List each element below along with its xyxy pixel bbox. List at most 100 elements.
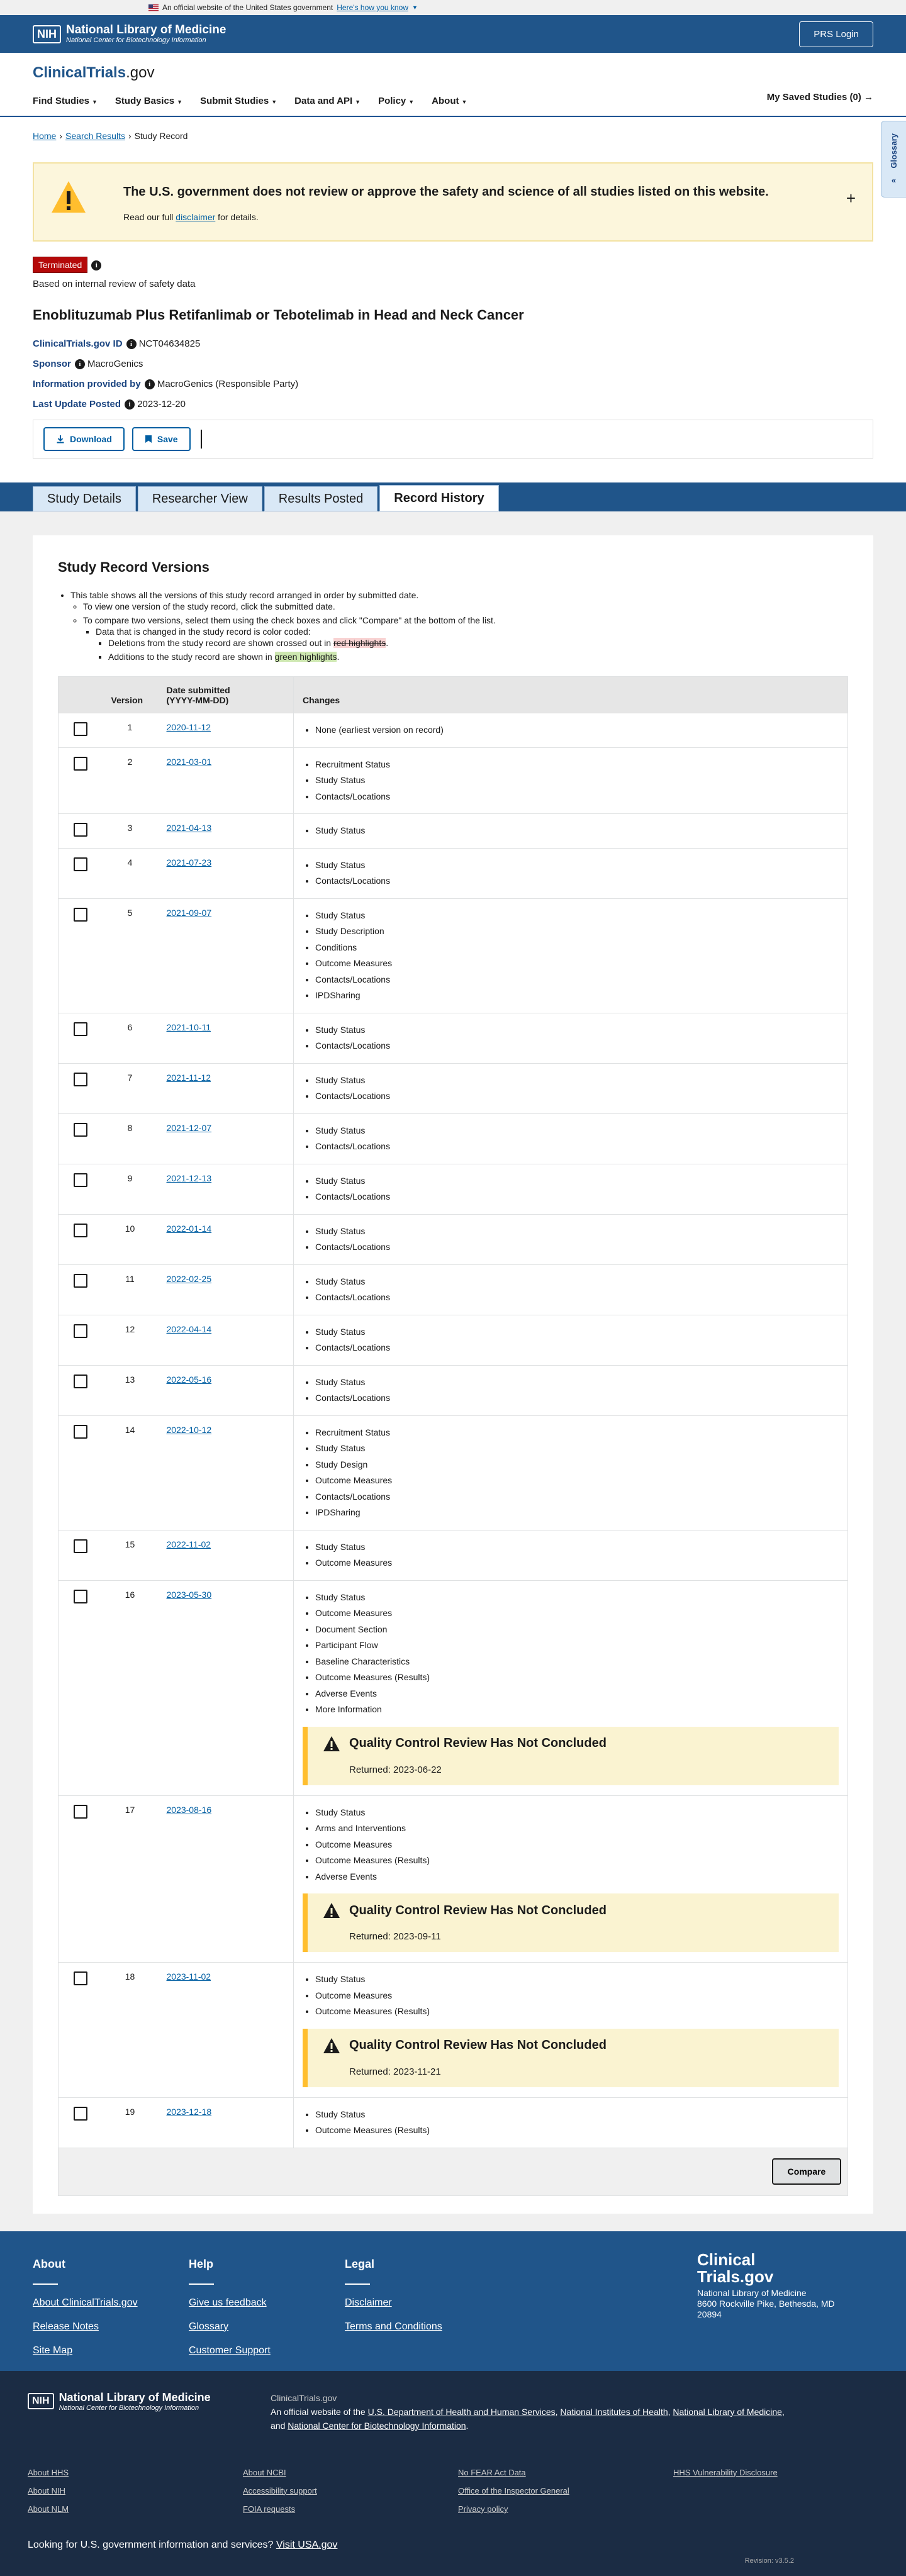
compare-button[interactable]: Compare [772, 2158, 841, 2185]
info-icon[interactable]: i [91, 260, 102, 271]
qc-title: Quality Control Review Has Not Concluded [349, 1736, 607, 1751]
date-cell: 2021-04-13 [157, 813, 294, 849]
footer-link[interactable]: Release Notes [33, 2321, 189, 2333]
submitted-date-link[interactable]: 2023-05-30 [167, 1590, 212, 1600]
version-checkbox[interactable] [73, 2106, 87, 2121]
submitted-date-link[interactable]: 2021-09-07 [167, 908, 212, 918]
version-checkbox[interactable] [73, 1804, 87, 1819]
table-row: 6 2021-10-11 Study StatusContacts/Location… [58, 1012, 848, 1064]
version-checkbox[interactable] [73, 823, 87, 837]
version-checkbox[interactable] [73, 1072, 87, 1086]
version-checkbox[interactable] [73, 857, 87, 871]
nlm-link[interactable]: National Library of Medicine [673, 2407, 782, 2417]
submitted-date-link[interactable]: 2022-02-25 [167, 1274, 212, 1284]
nlm-logo[interactable]: NIH National Library of Medicine Nationa… [33, 24, 226, 44]
version-checkbox[interactable] [73, 1589, 87, 1603]
status-reason: Based on internal review of safety data [33, 279, 196, 289]
breadcrumb-search-results[interactable]: Search Results [65, 131, 125, 141]
tab-researcher-view[interactable]: Researcher View [137, 486, 262, 512]
submitted-date-link[interactable]: 2021-07-23 [167, 857, 212, 867]
tab-results-posted[interactable]: Results Posted [264, 486, 378, 512]
version-checkbox[interactable] [73, 1022, 87, 1036]
submitted-date-link[interactable]: 2022-05-16 [167, 1374, 212, 1385]
version-checkbox[interactable] [73, 1223, 87, 1237]
info-icon[interactable]: i [74, 359, 85, 370]
tab-record-history[interactable]: Record History [379, 485, 499, 512]
save-button[interactable]: Save [131, 427, 191, 452]
submitted-date-link[interactable]: 2021-10-11 [167, 1022, 211, 1032]
hhs-link[interactable]: U.S. Department of Health and Human Serv… [368, 2407, 556, 2417]
submitted-date-link[interactable]: 2022-11-02 [167, 1539, 211, 1549]
version-checkbox[interactable] [73, 1971, 87, 1986]
prs-login-button[interactable]: PRS Login [799, 21, 873, 47]
tab-study-details[interactable]: Study Details [33, 486, 136, 512]
nav-data-and-api[interactable]: Data and API ▼ [294, 96, 361, 106]
nav-about[interactable]: About ▼ [432, 96, 467, 106]
submitted-date-link[interactable]: 2021-12-07 [167, 1123, 212, 1133]
version-checkbox[interactable] [73, 1374, 87, 1388]
nav-policy[interactable]: Policy ▼ [378, 96, 414, 106]
glossary-tab[interactable]: Glossary « [881, 121, 906, 198]
version-checkbox[interactable] [73, 756, 87, 771]
info-icon[interactable]: i [125, 399, 135, 410]
version-checkbox[interactable] [73, 722, 87, 737]
submitted-date-link[interactable]: 2023-12-18 [167, 2107, 212, 2117]
footer-link[interactable]: Disclaimer [345, 2297, 501, 2309]
submitted-date-link[interactable]: 2023-11-02 [167, 1971, 211, 1982]
change-item: Study Description [315, 923, 839, 940]
footer-link[interactable]: FOIA requests [243, 2504, 458, 2514]
footer-link[interactable]: Terms and Conditions [345, 2321, 501, 2333]
footer-link[interactable]: Customer Support [189, 2345, 345, 2356]
submitted-date-link[interactable]: 2021-04-13 [167, 823, 212, 833]
clinicaltrials-logo[interactable]: ClinicalTrials.gov [33, 53, 873, 82]
submitted-date-link[interactable]: 2022-04-14 [167, 1324, 212, 1334]
breadcrumb-home[interactable]: Home [33, 131, 56, 141]
nav-submit-studies[interactable]: Submit Studies ▼ [200, 96, 277, 106]
address-line: National Library of Medicine [697, 2287, 807, 2298]
submitted-date-link[interactable]: 2023-08-16 [167, 1805, 212, 1815]
download-label: Download [70, 434, 112, 445]
info-icon[interactable]: i [144, 379, 155, 390]
disclaimer-link[interactable]: disclaimer [176, 212, 215, 222]
download-button[interactable]: Download [43, 427, 125, 452]
submitted-date-link[interactable]: 2022-01-14 [167, 1224, 212, 1234]
nav-study-basics[interactable]: Study Basics ▼ [115, 96, 182, 106]
footer-link[interactable]: About NIH [28, 2486, 243, 2495]
submitted-date-link[interactable]: 2021-03-01 [167, 757, 212, 767]
version-checkbox[interactable] [73, 1324, 87, 1338]
nav-label: About [432, 96, 459, 106]
gov-banner-link[interactable]: Here's how you know [337, 3, 408, 12]
footer-link[interactable]: Office of the Inspector General [458, 2486, 673, 2495]
submitted-date-link[interactable]: 2021-11-12 [167, 1073, 211, 1083]
version-checkbox[interactable] [73, 1122, 87, 1137]
chevron-down-icon: ▼ [355, 99, 361, 105]
footer-link[interactable]: About ClinicalTrials.gov [33, 2297, 189, 2309]
qc-title: Quality Control Review Has Not Concluded [349, 1903, 607, 1917]
submitted-date-link[interactable]: 2020-11-12 [167, 722, 211, 732]
ncbi-link[interactable]: National Center for Biotechnology Inform… [288, 2421, 466, 2431]
footer-link[interactable]: Privacy policy [458, 2504, 673, 2514]
footer-logo-line1: Clinical [697, 2250, 756, 2269]
info-icon[interactable]: i [126, 339, 137, 350]
usa-gov-link[interactable]: Visit USA.gov [276, 2540, 338, 2550]
submitted-date-link[interactable]: 2021-12-13 [167, 1173, 212, 1183]
version-checkbox[interactable] [73, 1273, 87, 1288]
my-saved-studies-link[interactable]: My Saved Studies (0) → [767, 92, 873, 103]
footer-link[interactable]: Give us feedback [189, 2297, 345, 2309]
nih-link[interactable]: National Institutes of Health [560, 2407, 668, 2417]
expand-plus-icon[interactable]: + [846, 189, 856, 208]
footer-link[interactable]: Glossary [189, 2321, 345, 2333]
nav-find-studies[interactable]: Find Studies ▼ [33, 96, 98, 106]
footer-link[interactable]: Accessibility support [243, 2486, 458, 2495]
footer-nlm-logo[interactable]: NIH National Library of Medicine Nationa… [28, 2391, 271, 2412]
footer-link[interactable]: About NLM [28, 2504, 243, 2514]
footer-logo[interactable]: Clinical Trials.gov [697, 2251, 835, 2285]
footer-link[interactable]: Site Map [33, 2345, 189, 2356]
version-checkbox[interactable] [73, 907, 87, 922]
change-item: Outcome Measures [315, 1555, 839, 1571]
version-checkbox[interactable] [73, 1424, 87, 1439]
submitted-date-link[interactable]: 2022-10-12 [167, 1425, 212, 1435]
version-checkbox[interactable] [73, 1173, 87, 1187]
version-checkbox[interactable] [73, 1539, 87, 1553]
version-number: 10 [102, 1213, 158, 1265]
